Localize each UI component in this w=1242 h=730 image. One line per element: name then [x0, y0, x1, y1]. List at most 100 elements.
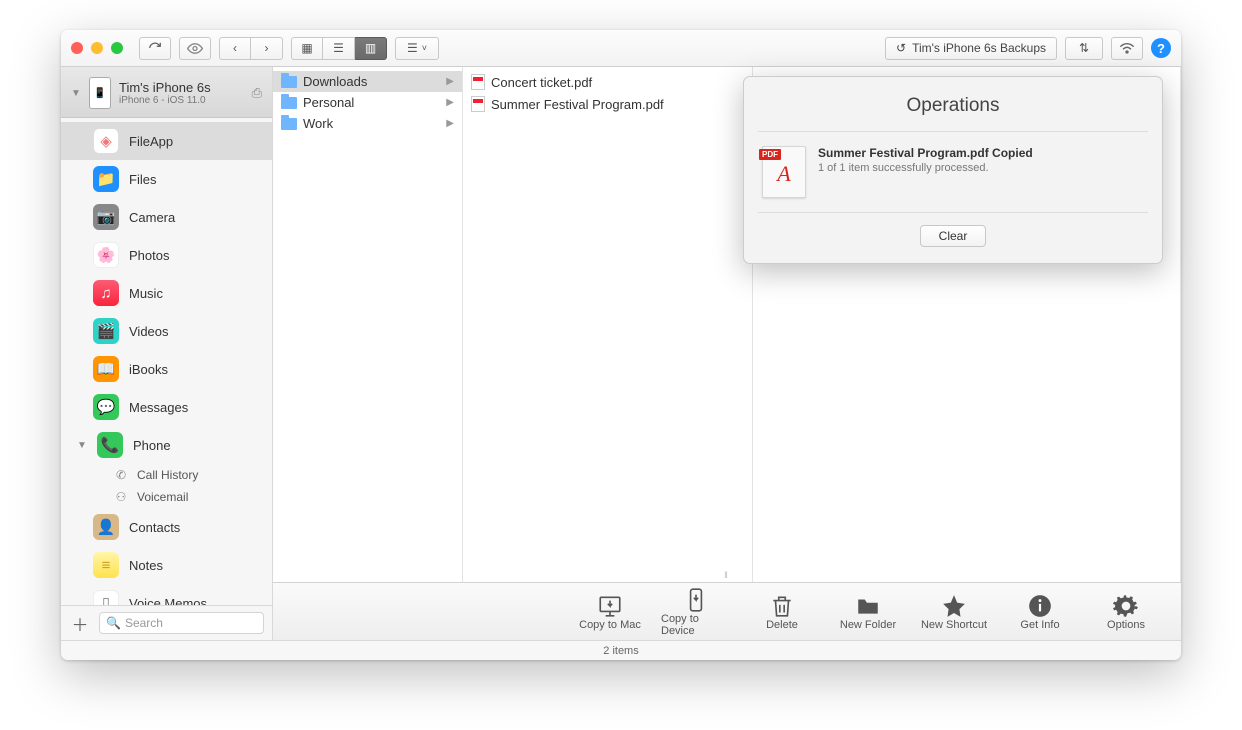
tool-label: New Shortcut: [921, 619, 987, 631]
sidebar-item-label: Music: [129, 286, 163, 301]
get-info-button[interactable]: Get Info: [1005, 593, 1075, 631]
sidebar-item-notes[interactable]: ≡Notes: [61, 546, 272, 584]
add-button[interactable]: ＋: [69, 612, 91, 634]
sidebar-item-label: Camera: [129, 210, 175, 225]
chevron-left-icon: ‹: [233, 41, 237, 55]
ibooks-icon: 📖: [97, 360, 116, 378]
sidebar-item-contacts[interactable]: 👤Contacts: [61, 508, 272, 546]
sidebar-list: ◈FileApp 📁Files 📷 Camera 🌸 Photos ♫ Music 🎬…: [61, 118, 272, 605]
star-icon: [941, 593, 967, 619]
back-button[interactable]: ‹: [219, 37, 251, 60]
adobe-glyph: A: [777, 161, 790, 187]
sidebar-sub-label: Call History: [137, 468, 198, 482]
copy-to-mac-icon: [597, 593, 623, 619]
minimize-window-button[interactable]: [91, 42, 103, 54]
options-button[interactable]: Options: [1091, 593, 1161, 631]
row-label: Personal: [303, 95, 354, 110]
transfers-button[interactable]: ⇅: [1065, 37, 1103, 60]
close-window-button[interactable]: [71, 42, 83, 54]
list-icon: ☰: [407, 41, 418, 55]
refresh-button[interactable]: [139, 37, 171, 60]
zoom-window-button[interactable]: [111, 42, 123, 54]
new-folder-button[interactable]: New Folder: [833, 593, 903, 631]
sidebar-item-messages[interactable]: 💬Messages: [61, 388, 272, 426]
folder-icon: [855, 593, 881, 619]
refresh-icon: [148, 41, 162, 55]
sidebar-item-fileapp[interactable]: ◈FileApp: [61, 122, 272, 160]
folder-row[interactable]: Personal ▶: [273, 92, 462, 113]
delete-button[interactable]: Delete: [747, 593, 817, 631]
tool-label: Copy to Mac: [579, 619, 641, 631]
group-by-button[interactable]: ☰˅: [395, 37, 439, 60]
pdf-badge: PDF: [759, 149, 781, 160]
sidebar-item-voice-memos[interactable]: ⎍Voice Memos: [61, 584, 272, 605]
columns-icon: ▥: [365, 41, 376, 55]
tool-label: Delete: [766, 619, 798, 631]
help-button[interactable]: ?: [1151, 38, 1171, 58]
transfer-icon: ⇅: [1079, 41, 1089, 55]
device-name: Tim's iPhone 6s: [119, 81, 211, 95]
search-input[interactable]: 🔍 Search: [99, 612, 264, 634]
search-placeholder: Search: [125, 616, 163, 630]
view-icons-button[interactable]: ▦: [291, 37, 323, 60]
column-1: Downloads▶ Personal▶ Work▶: [273, 67, 463, 582]
copy-to-device-button[interactable]: Copy to Device: [661, 587, 731, 637]
file-row[interactable]: Concert ticket.pdf: [463, 71, 752, 93]
chevron-right-icon: ▶: [446, 97, 454, 108]
folder-row[interactable]: Work▶: [273, 113, 462, 134]
sidebar-item-videos[interactable]: 🎬Videos: [61, 312, 272, 350]
tool-label: Options: [1107, 619, 1145, 631]
photos-icon: 🌸: [97, 246, 116, 264]
sidebar-item-label: Contacts: [129, 520, 180, 535]
window-controls: [71, 42, 123, 54]
sidebar-item-music[interactable]: ♫ Music: [61, 274, 272, 312]
folder-icon: 📁: [97, 170, 116, 188]
copy-to-device-icon: [683, 587, 709, 613]
wifi-icon: [1119, 41, 1135, 55]
quicklook-button[interactable]: [179, 37, 211, 60]
view-list-button[interactable]: ☰: [323, 37, 355, 60]
bottom-toolbar: Copy to Mac Copy to Device Delete New Fo…: [273, 582, 1181, 640]
copy-to-mac-button[interactable]: Copy to Mac: [575, 593, 645, 631]
new-shortcut-button[interactable]: New Shortcut: [919, 593, 989, 631]
clear-button[interactable]: Clear: [920, 225, 987, 247]
backups-label: Tim's iPhone 6s Backups: [912, 41, 1046, 55]
sidebar: ▼ 📱 Tim's iPhone 6s iPhone 6 - iOS 11.0 …: [61, 67, 273, 640]
sidebar-item-phone[interactable]: ▼📞Phone: [61, 426, 272, 464]
wifi-button[interactable]: [1111, 37, 1143, 60]
forward-button[interactable]: ›: [251, 37, 283, 60]
camera-icon: 📷: [97, 208, 116, 226]
sidebar-item-ibooks[interactable]: 📖iBooks: [61, 350, 272, 388]
sidebar-sub-call-history[interactable]: ✆Call History: [61, 464, 272, 486]
resize-handle[interactable]: ‖: [724, 570, 730, 580]
operation-item: PDF A Summer Festival Program.pdf Copied…: [744, 132, 1162, 212]
folder-row[interactable]: Downloads▶: [273, 71, 462, 92]
sidebar-sub-voicemail[interactable]: ⚇Voicemail: [61, 486, 272, 508]
chevron-right-icon: ▶: [446, 118, 454, 129]
sidebar-item-label: Videos: [129, 324, 169, 339]
device-header[interactable]: ▼ 📱 Tim's iPhone 6s iPhone 6 - iOS 11.0 …: [61, 67, 272, 118]
chevron-down-icon: ▼: [71, 88, 81, 99]
waveform-icon: ⎍: [101, 595, 112, 606]
row-label: Downloads: [303, 74, 367, 89]
info-icon: [1027, 593, 1053, 619]
list-icon: ☰: [333, 41, 344, 55]
gear-icon: [1113, 593, 1139, 619]
file-row[interactable]: Summer Festival Program.pdf: [463, 93, 752, 115]
sidebar-item-files[interactable]: 📁Files: [61, 160, 272, 198]
search-icon: 🔍: [106, 616, 121, 630]
device-subtitle: iPhone 6 - iOS 11.0: [119, 95, 211, 106]
notes-icon: ≡: [102, 557, 111, 574]
backups-button[interactable]: ↺ Tim's iPhone 6s Backups: [885, 37, 1057, 60]
sidebar-item-camera[interactable]: 📷 Camera: [61, 198, 272, 236]
music-icon: ♫: [100, 285, 111, 302]
chevron-down-icon: ˅: [422, 43, 427, 53]
view-columns-button[interactable]: ▥: [355, 37, 387, 60]
eye-icon: [187, 43, 203, 54]
operation-title: Summer Festival Program.pdf Copied: [818, 146, 1033, 160]
messages-icon: 💬: [97, 398, 116, 416]
sidebar-item-label: Photos: [129, 248, 169, 263]
folder-icon: [281, 97, 297, 109]
trash-icon: [769, 593, 795, 619]
sidebar-item-photos[interactable]: 🌸 Photos: [61, 236, 272, 274]
